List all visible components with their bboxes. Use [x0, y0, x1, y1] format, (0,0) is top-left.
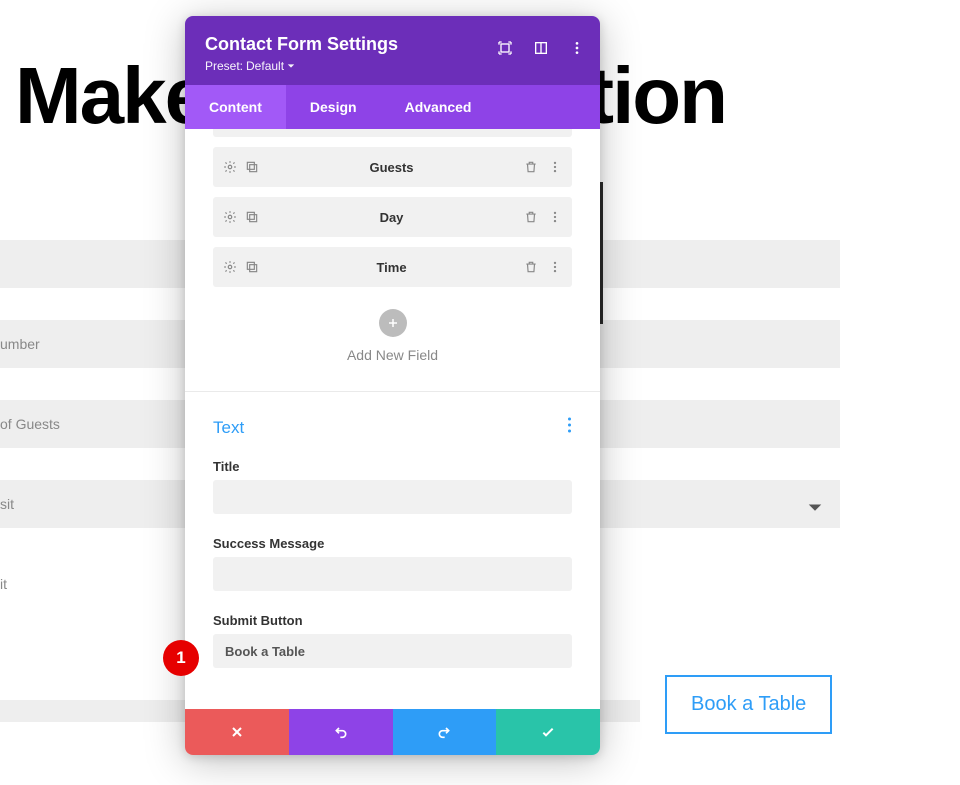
add-new-field-block: Add New Field [213, 309, 572, 363]
snap-icon[interactable] [533, 40, 549, 56]
bg-field-label: umber [0, 336, 40, 352]
modal-body: Guests Day Time [185, 129, 600, 709]
field-label: Guests [259, 160, 524, 175]
preset-selector[interactable]: Preset: Default [205, 59, 580, 73]
divider [185, 391, 600, 392]
title-label: Title [213, 459, 572, 474]
success-message-label: Success Message [213, 536, 572, 551]
save-button[interactable] [496, 709, 600, 755]
text-section-header[interactable]: Text [213, 416, 572, 439]
duplicate-icon[interactable] [245, 210, 259, 224]
add-new-field-button[interactable] [379, 309, 407, 337]
cancel-button[interactable] [185, 709, 289, 755]
book-a-table-button[interactable]: Book a Table [665, 675, 832, 734]
title-input[interactable] [213, 480, 572, 514]
bg-field-label: sit [0, 496, 14, 512]
submit-button-label: Submit Button [213, 613, 572, 628]
add-new-field-label: Add New Field [213, 347, 572, 363]
more-vertical-icon[interactable] [567, 416, 572, 439]
bg-field-label: it [0, 576, 7, 592]
close-icon [229, 724, 245, 740]
more-vertical-icon[interactable] [548, 210, 562, 224]
contact-form-settings-modal: Contact Form Settings Preset: Default Co… [185, 16, 600, 755]
redo-button[interactable] [393, 709, 497, 755]
tab-design[interactable]: Design [286, 85, 381, 129]
check-icon [540, 724, 556, 740]
submit-button-input[interactable] [213, 634, 572, 668]
modal-header: Contact Form Settings Preset: Default [185, 16, 600, 85]
field-label: Day [259, 210, 524, 225]
gear-icon[interactable] [223, 260, 237, 274]
redo-icon [436, 724, 452, 740]
field-row-time[interactable]: Time [213, 247, 572, 287]
duplicate-icon[interactable] [245, 160, 259, 174]
tab-advanced[interactable]: Advanced [381, 85, 496, 129]
tab-content[interactable]: Content [185, 85, 286, 129]
title-control: Title [213, 459, 572, 514]
undo-button[interactable] [289, 709, 393, 755]
modal-footer [185, 709, 600, 755]
bg-field-label: of Guests [0, 416, 60, 432]
caret-down-icon [287, 62, 295, 70]
field-label: Time [259, 260, 524, 275]
more-vertical-icon[interactable] [548, 260, 562, 274]
preset-value: Default [246, 59, 284, 73]
preset-prefix: Preset: [205, 59, 243, 73]
annotation-badge-1: 1 [163, 640, 199, 676]
more-vertical-icon[interactable] [548, 160, 562, 174]
dropdown-caret-icon[interactable] [800, 492, 830, 522]
more-vertical-icon[interactable] [569, 40, 585, 56]
section-title-text: Text [213, 418, 244, 438]
trash-icon[interactable] [524, 260, 538, 274]
submit-button-control: Submit Button [213, 613, 572, 668]
success-message-control: Success Message [213, 536, 572, 591]
field-row-day[interactable]: Day [213, 197, 572, 237]
trash-icon[interactable] [524, 160, 538, 174]
success-message-input[interactable] [213, 557, 572, 591]
gear-icon[interactable] [223, 210, 237, 224]
expand-icon[interactable] [497, 40, 513, 56]
undo-icon [333, 724, 349, 740]
plus-icon [387, 317, 399, 329]
field-row-partial [213, 129, 572, 137]
modal-tabs: Content Design Advanced [185, 85, 600, 129]
gear-icon[interactable] [223, 160, 237, 174]
trash-icon[interactable] [524, 210, 538, 224]
duplicate-icon[interactable] [245, 260, 259, 274]
field-row-guests[interactable]: Guests [213, 147, 572, 187]
